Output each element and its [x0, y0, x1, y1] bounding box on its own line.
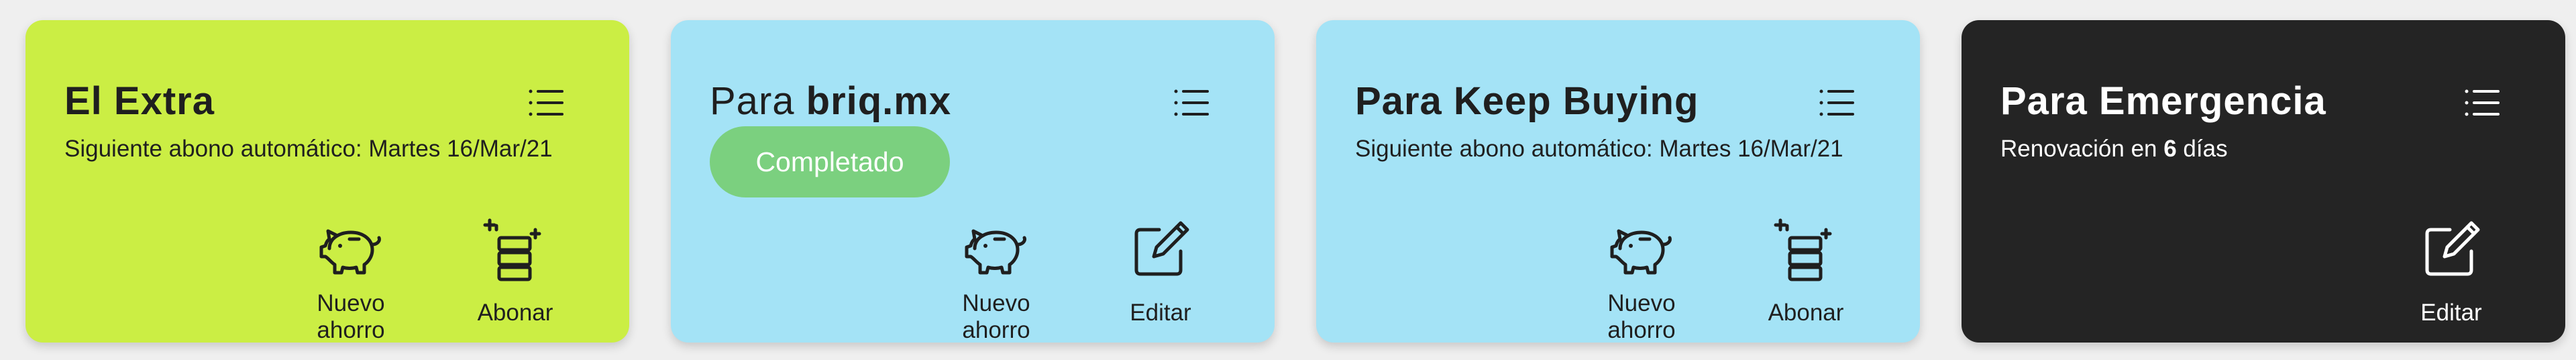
card-subtitle: Siguiente abono automático: Martes 16/Ma…: [64, 136, 553, 162]
deposit-button[interactable]: Abonar: [448, 215, 582, 326]
card-subtitle: Siguiente abono automático: Martes 16/Ma…: [1355, 136, 1843, 162]
deposit-label: Abonar: [477, 300, 553, 326]
list-menu-icon[interactable]: [527, 86, 565, 120]
piggy-bank-icon: [961, 215, 1031, 285]
deposit-label: Abonar: [1768, 300, 1844, 326]
edit-label: Editar: [1130, 300, 1191, 326]
savings-card-emergencia[interactable]: Para Emergencia Renovación en 6 días Edi…: [1962, 20, 2565, 343]
list-menu-icon[interactable]: [1173, 86, 1210, 120]
renewal-days: 6: [2163, 136, 2177, 162]
edit-icon: [2416, 215, 2486, 285]
piggy-bank-icon: [1607, 215, 1676, 285]
edit-icon: [1126, 215, 1195, 285]
card-title: Para briq.mx: [710, 78, 951, 125]
list-menu-icon[interactable]: [1818, 86, 1856, 120]
edit-button[interactable]: Editar: [1093, 215, 1228, 326]
edit-button[interactable]: Editar: [2384, 215, 2518, 326]
card-title: Para Keep Buying: [1355, 79, 1699, 123]
savings-card-briq[interactable]: Para briq.mx Completado Nuevo ahorro Edi…: [671, 20, 1275, 343]
new-savings-label: Nuevo ahorro: [962, 290, 1030, 343]
edit-label: Editar: [2420, 300, 2482, 326]
card-title: Para Emergencia: [2000, 79, 2326, 123]
deposit-button[interactable]: Abonar: [1739, 215, 1873, 326]
savings-cards-row: El Extra Siguiente abono automático: Mar…: [0, 0, 2576, 360]
new-savings-label: Nuevo ahorro: [317, 290, 385, 343]
new-savings-button[interactable]: Nuevo ahorro: [284, 215, 418, 344]
renewal-text: Renovación en 6 días: [2000, 134, 2228, 164]
new-savings-label: Nuevo ahorro: [1607, 290, 1676, 343]
coins-plus-icon: [480, 215, 550, 285]
list-menu-icon[interactable]: [2463, 86, 2501, 120]
savings-card-el-extra[interactable]: El Extra Siguiente abono automático: Mar…: [25, 20, 629, 343]
piggy-bank-icon: [316, 215, 386, 285]
new-savings-button[interactable]: Nuevo ahorro: [1574, 215, 1709, 344]
coins-plus-icon: [1771, 215, 1841, 285]
completed-badge: Completado: [710, 126, 950, 197]
card-title: El Extra: [64, 79, 215, 123]
renewal-prefix: Renovación en: [2000, 136, 2164, 162]
card-title-prefix: Para: [710, 79, 806, 123]
savings-card-keep-buying[interactable]: Para Keep Buying Siguiente abono automát…: [1316, 20, 1920, 343]
renewal-suffix: días: [2176, 136, 2228, 162]
new-savings-button[interactable]: Nuevo ahorro: [929, 215, 1063, 344]
card-title-brand: briq.mx: [806, 79, 952, 123]
